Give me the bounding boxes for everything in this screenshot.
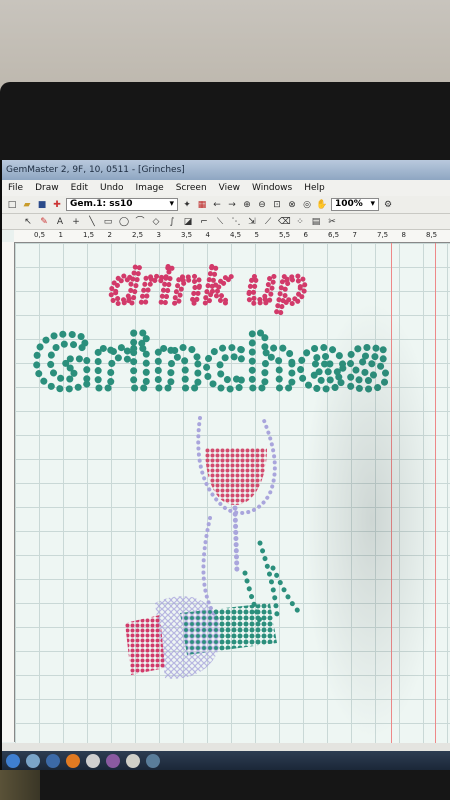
screen-reflection bbox=[302, 300, 442, 740]
plus-icon[interactable]: + bbox=[70, 216, 82, 228]
wall-background bbox=[0, 0, 450, 95]
ruler-label: 8 bbox=[401, 231, 406, 239]
redo-arrow-icon[interactable]: → bbox=[226, 199, 238, 211]
ruler-label: 2 bbox=[107, 231, 112, 239]
zoom-select[interactable]: 100% ▾ bbox=[331, 198, 379, 211]
text-icon[interactable]: A bbox=[54, 216, 66, 228]
horizontal-ruler: 0,5 1 1,5 2 2,5 3 3,5 4 4,5 5 5,5 6 6,5 7 7,5 8 8,5 bbox=[14, 230, 450, 243]
ruler-label: 4,5 bbox=[230, 231, 242, 239]
zoom-in-icon[interactable]: ⊕ bbox=[241, 199, 253, 211]
hand-icon[interactable]: ✋ bbox=[316, 199, 328, 211]
resize-icon[interactable]: ⇲ bbox=[246, 216, 258, 228]
layers-icon[interactable]: ▤ bbox=[310, 216, 322, 228]
menu-screen[interactable]: Screen bbox=[174, 183, 209, 193]
find-icon[interactable]: ◎ bbox=[301, 199, 313, 211]
wine-glass-graphic bbox=[196, 416, 277, 625]
menu-draw[interactable]: Draw bbox=[33, 183, 61, 193]
menu-edit[interactable]: Edit bbox=[69, 183, 90, 193]
ellipse-icon[interactable]: ◯ bbox=[118, 216, 130, 228]
ruler-label: 2,5 bbox=[132, 231, 144, 239]
ruler-label: 7 bbox=[352, 231, 357, 239]
curve-icon[interactable]: ⌒ bbox=[134, 216, 146, 228]
scissors-icon[interactable]: ✂ bbox=[326, 216, 338, 228]
palette-icon[interactable]: ✚ bbox=[51, 199, 63, 211]
ruler-label: 6 bbox=[303, 231, 308, 239]
wand-icon[interactable]: ✦ bbox=[181, 199, 193, 211]
ruler-label: 4 bbox=[205, 231, 210, 239]
chevron-down-icon: ▾ bbox=[169, 199, 174, 209]
undo-arrow-icon[interactable]: ← bbox=[211, 199, 223, 211]
taskbar-app-icon[interactable] bbox=[26, 753, 40, 768]
firefox-icon[interactable] bbox=[66, 753, 80, 768]
new-file-icon[interactable]: □ bbox=[6, 199, 18, 211]
start-button-icon[interactable] bbox=[6, 753, 20, 768]
diagonal-line-icon[interactable]: ⟍ bbox=[214, 216, 226, 228]
angle-icon[interactable]: ⟋ bbox=[262, 216, 274, 228]
main-toolbar: □ ▰ ■ ✚ Gem.1: ss10 ▾ ✦ ▦ ← → ⊕ ⊖ ⊡ ⊗ ◎ … bbox=[2, 196, 450, 214]
zoom-select-value: 100% bbox=[335, 199, 363, 209]
gem-select-value: Gem.1: ss10 bbox=[70, 199, 133, 209]
ruler-label: 8,5 bbox=[426, 231, 438, 239]
pencil-icon[interactable]: ✎ bbox=[38, 216, 50, 228]
menu-help[interactable]: Help bbox=[302, 183, 327, 193]
taskbar-app-icon[interactable] bbox=[146, 753, 160, 768]
fill-icon[interactable]: ◪ bbox=[182, 216, 194, 228]
screen: GemMaster 2, 9F, 10, 0511 - [Grinches] F… bbox=[0, 160, 450, 770]
ruler-label: 7,5 bbox=[377, 231, 389, 239]
ruler-label: 1 bbox=[58, 231, 63, 239]
dotted-line-icon[interactable]: ⋱ bbox=[230, 216, 242, 228]
windows-taskbar bbox=[2, 751, 450, 770]
window-title: GemMaster 2, 9F, 10, 0511 - [Grinches] bbox=[2, 160, 450, 180]
grid-icon[interactable]: ▦ bbox=[196, 199, 208, 211]
status-bar bbox=[2, 743, 450, 751]
menu-view[interactable]: View bbox=[217, 183, 242, 193]
line-icon[interactable]: ╲ bbox=[86, 216, 98, 228]
menu-bar: File Draw Edit Undo Image Screen View Wi… bbox=[2, 180, 450, 196]
eraser-icon[interactable]: ⌫ bbox=[278, 216, 291, 228]
ruler-label: 5 bbox=[254, 231, 259, 239]
taskbar-app-icon[interactable] bbox=[106, 753, 120, 768]
grinch-hand-graphic bbox=[125, 540, 303, 679]
rectangle-icon[interactable]: ▭ bbox=[102, 216, 114, 228]
ruler-label: 6,5 bbox=[328, 231, 340, 239]
taskbar-app-icon[interactable] bbox=[126, 753, 140, 768]
grid-dots-icon[interactable]: ⁘ bbox=[294, 216, 306, 228]
chevron-down-icon: ▾ bbox=[370, 199, 375, 209]
corner-icon[interactable]: ⌐ bbox=[198, 216, 210, 228]
ruler-label: 3 bbox=[156, 231, 161, 239]
save-icon[interactable]: ■ bbox=[36, 199, 48, 211]
menu-undo[interactable]: Undo bbox=[98, 183, 126, 193]
open-folder-icon[interactable]: ▰ bbox=[21, 199, 33, 211]
taskbar-app-icon[interactable] bbox=[86, 753, 100, 768]
draw-toolbar: ↖ ✎ A + ╲ ▭ ◯ ⌒ ◇ ∫ ◪ ⌐ ⟍ ⋱ ⇲ ⟋ ⌫ ⁘ ▤ ✂ bbox=[2, 214, 450, 230]
gem-select[interactable]: Gem.1: ss10 ▾ bbox=[66, 198, 178, 211]
bezier-icon[interactable]: ∫ bbox=[166, 216, 178, 228]
taskbar-app-icon[interactable] bbox=[46, 753, 60, 768]
zoom-out-icon[interactable]: ⊖ bbox=[256, 199, 268, 211]
polygon-icon[interactable]: ◇ bbox=[150, 216, 162, 228]
ruler-label: 0,5 bbox=[34, 231, 46, 239]
settings-icon[interactable]: ⚙ bbox=[382, 199, 394, 211]
design-line-drink-up: drink up bbox=[109, 259, 307, 315]
ruler-label: 3,5 bbox=[181, 231, 193, 239]
select-arrow-icon[interactable]: ↖ bbox=[22, 216, 34, 228]
zoom-fit-icon[interactable]: ⊡ bbox=[271, 199, 283, 211]
menu-windows[interactable]: Windows bbox=[250, 183, 294, 193]
vertical-ruler bbox=[2, 242, 15, 742]
ruler-label: 1,5 bbox=[83, 231, 95, 239]
ruler-label: 5,5 bbox=[279, 231, 291, 239]
zoom-region-icon[interactable]: ⊗ bbox=[286, 199, 298, 211]
menu-file[interactable]: File bbox=[6, 183, 25, 193]
menu-image[interactable]: Image bbox=[134, 183, 166, 193]
